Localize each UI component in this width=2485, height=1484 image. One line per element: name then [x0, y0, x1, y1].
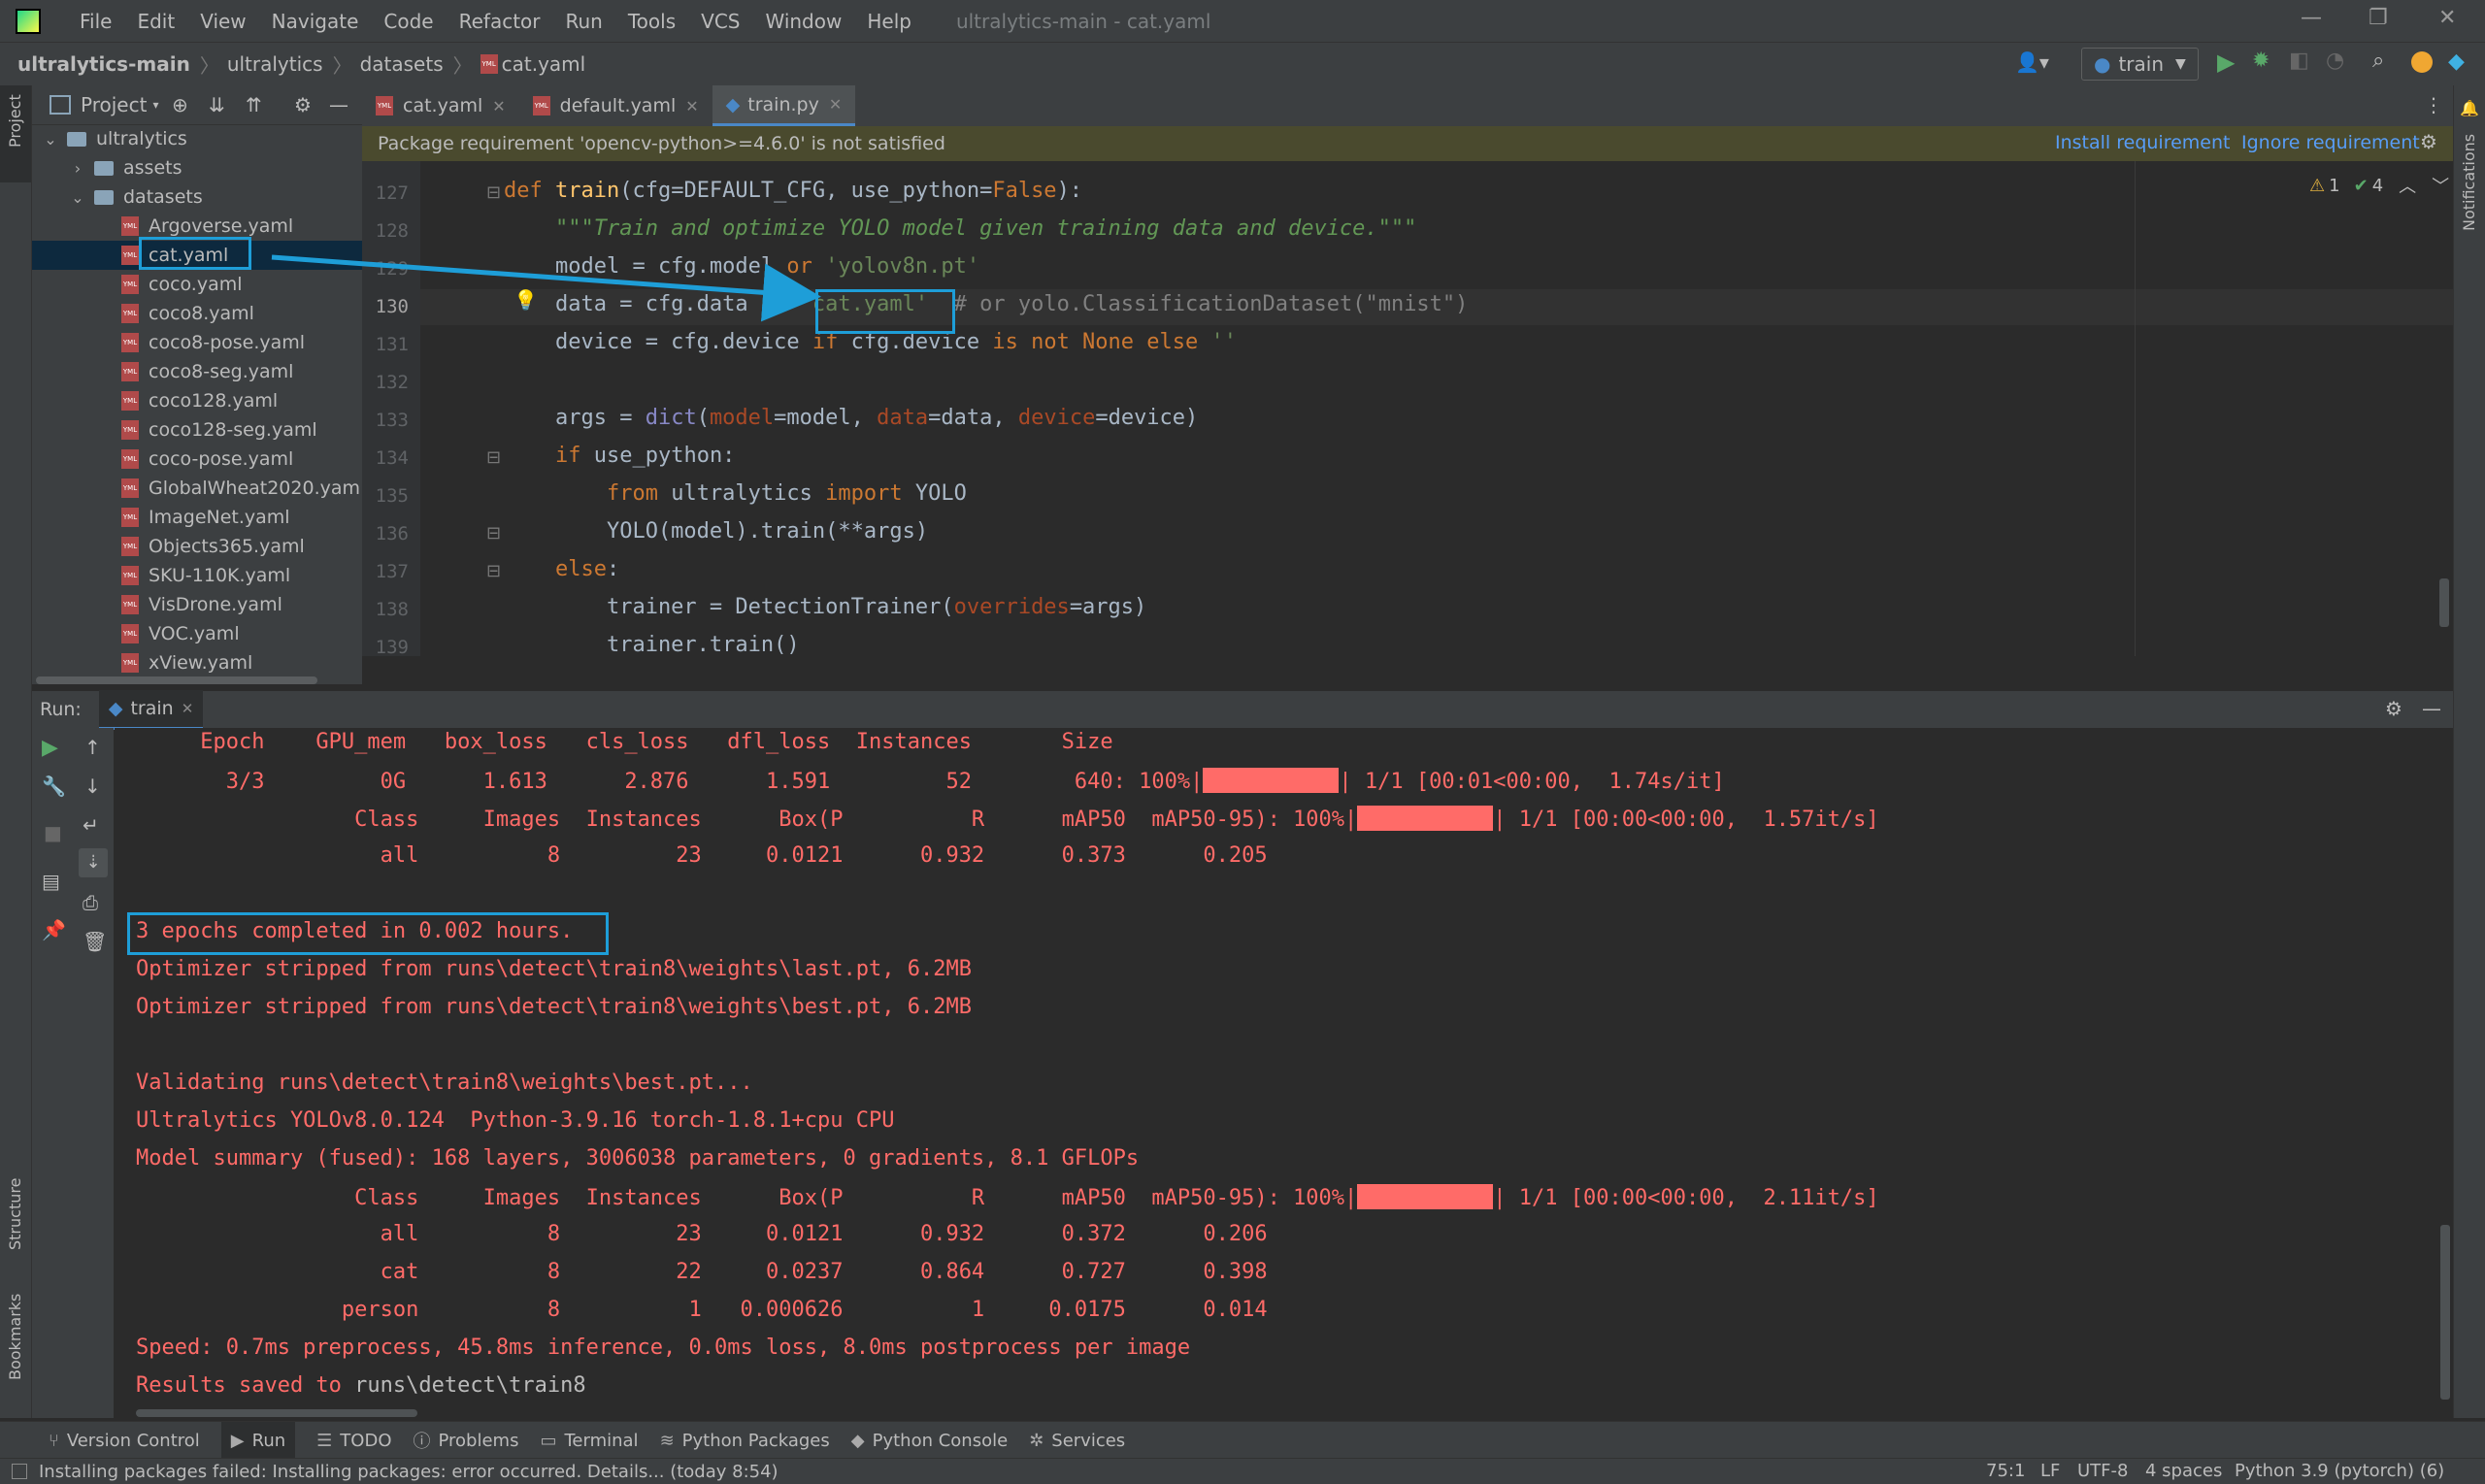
tool-run[interactable]: ▶ Run [220, 1422, 296, 1459]
tool-label: Services [1051, 1430, 1126, 1451]
tool-label: Terminal [564, 1430, 639, 1451]
python-interpreter[interactable]: Python 3.9 (pytorch) (6) [2235, 1461, 2444, 1481]
file-encoding[interactable]: UTF-8 [2077, 1461, 2128, 1481]
annotation-arrow [271, 254, 821, 322]
tool-terminal[interactable]: ▭ Terminal [540, 1431, 638, 1451]
line-separator[interactable]: LF [2040, 1461, 2060, 1481]
services-icon: ✲ [1029, 1430, 1044, 1451]
list-icon: ☰ [316, 1430, 333, 1451]
layers-icon: ≋ [659, 1430, 675, 1451]
python-icon: ◆ [850, 1430, 865, 1451]
tool-label: Version Control [66, 1430, 200, 1451]
tool-label: Run [251, 1430, 286, 1451]
tool-window-bar: ⑂ Version Control ▶ Run ☰ TODO ⓘ Problems ▭ T… [0, 1421, 2485, 1459]
info-icon: ⓘ [413, 1432, 431, 1452]
panel-toggle-icon[interactable] [12, 1464, 27, 1479]
tool-todo[interactable]: ☰ TODO [316, 1431, 391, 1451]
tool-python-console[interactable]: ◆ Python Console [851, 1431, 1008, 1451]
tool-python-packages[interactable]: ≋ Python Packages [660, 1431, 830, 1451]
run-icon: ▶ [230, 1430, 245, 1451]
status-message[interactable]: Installing packages failed: Installing p… [39, 1462, 779, 1482]
tool-version-control[interactable]: ⑂ Version Control [49, 1431, 200, 1451]
caret-position[interactable]: 75:1 [1986, 1461, 2025, 1481]
tool-services[interactable]: ✲ Services [1029, 1431, 1125, 1451]
tool-label: TODO [340, 1430, 392, 1451]
tool-label: Problems [438, 1430, 519, 1451]
indent-setting[interactable]: 4 spaces [2145, 1461, 2222, 1481]
status-bar: Installing packages failed: Installing p… [0, 1458, 2485, 1484]
terminal-icon: ▭ [540, 1430, 557, 1451]
tool-label: Python Console [872, 1430, 1009, 1451]
tool-problems[interactable]: ⓘ Problems [414, 1428, 519, 1453]
branch-icon: ⑂ [49, 1430, 59, 1451]
tool-label: Python Packages [681, 1430, 830, 1451]
